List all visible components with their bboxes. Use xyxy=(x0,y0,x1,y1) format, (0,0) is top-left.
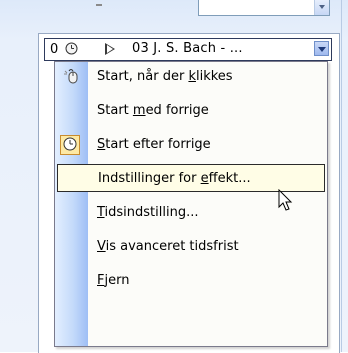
mouse-click-icon xyxy=(64,69,78,84)
top-dropdown-field[interactable] xyxy=(198,0,330,16)
clock-icon xyxy=(65,42,78,55)
menu-item-label: Fjern xyxy=(97,273,130,288)
menu-item-label: Start, når der klikkes xyxy=(97,69,233,84)
menu-item-show-advanced-timeline[interactable]: Vis avanceret tidsfrist xyxy=(56,232,326,262)
mouse-pointer-icon xyxy=(278,189,293,211)
menu-item-label: Start med forrige xyxy=(97,103,209,118)
item-number: 0 xyxy=(50,42,59,57)
panel-edge xyxy=(341,0,342,352)
animation-list-item[interactable]: 0 03 J. S. Bach - ... xyxy=(44,38,332,61)
item-title: 03 J. S. Bach - ... xyxy=(132,41,243,56)
chevron-down-icon[interactable] xyxy=(314,0,329,15)
partial-control xyxy=(96,4,102,6)
clock-icon xyxy=(63,137,77,151)
menu-item-start-with-previous[interactable]: Start med forrige xyxy=(56,96,326,126)
menu-item-label: Tidsindstilling... xyxy=(97,205,199,220)
menu-item-effect-options[interactable]: Indstillinger for effekt... xyxy=(57,164,325,192)
item-dropdown-button[interactable] xyxy=(314,41,329,56)
menu-item-label: Start efter forrige xyxy=(97,137,211,152)
play-icon xyxy=(105,43,115,55)
menu-item-start-after-previous[interactable]: Start efter forrige xyxy=(56,130,326,160)
menu-item-start-on-click[interactable]: Start, når der klikkes xyxy=(56,62,326,92)
menu-item-label: Vis avanceret tidsfrist xyxy=(97,239,239,254)
menu-item-label: Indstillinger for effekt... xyxy=(98,171,251,186)
menu-item-remove[interactable]: Fjern xyxy=(56,266,326,296)
